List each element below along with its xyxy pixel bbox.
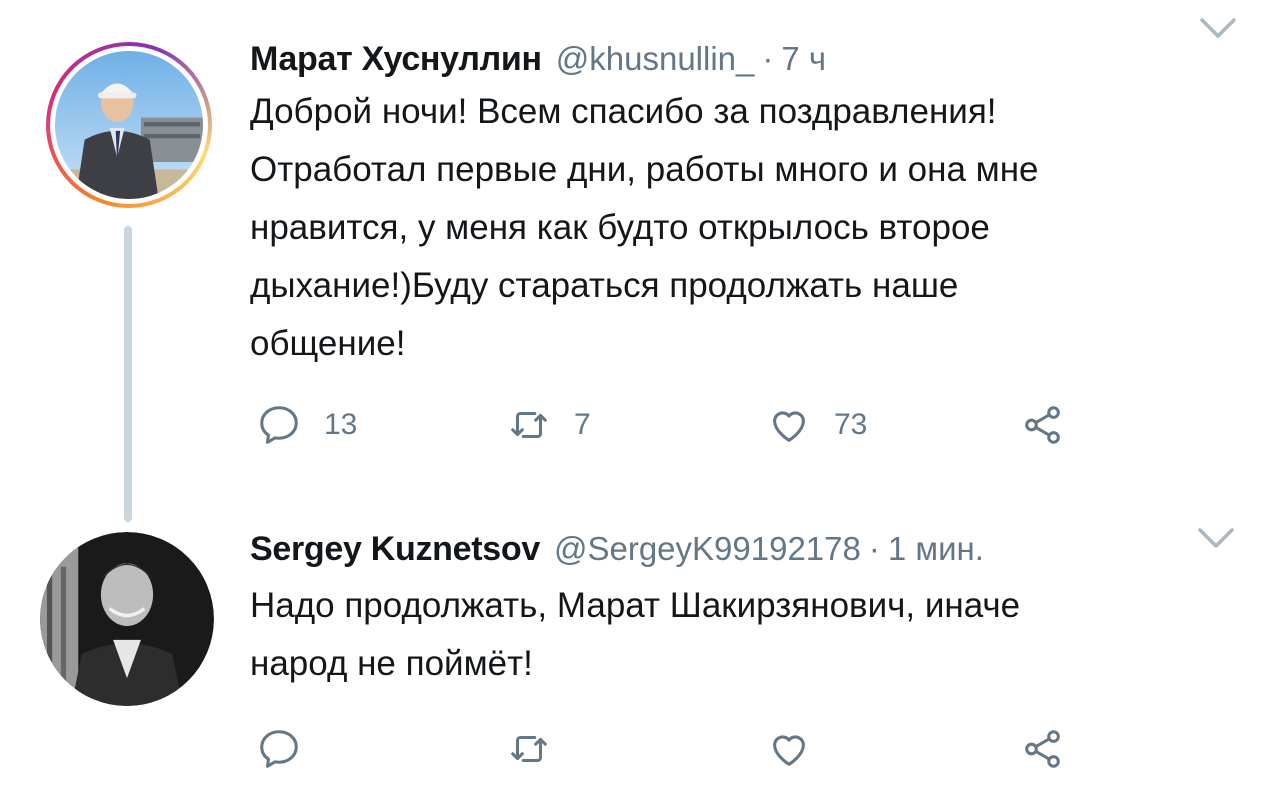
share-button[interactable] xyxy=(1020,726,1066,772)
avatar[interactable] xyxy=(40,532,214,706)
like-button[interactable] xyxy=(766,726,834,772)
like-button[interactable]: 73 xyxy=(766,402,867,448)
tweet-header: Марат Хуснуллин @khusnullin_ · 7 ч xyxy=(250,40,1240,79)
tweet-header: Sergey Kuznetsov @SergeyK99192178 · 1 ми… xyxy=(250,530,1240,569)
display-name[interactable]: Марат Хуснуллин xyxy=(250,40,542,79)
reply-button[interactable] xyxy=(256,726,324,772)
reply-icon xyxy=(260,730,298,768)
tweet-content: Марат Хуснуллин @khusnullin_ · 7 ч Добро… xyxy=(250,40,1240,444)
tweet-content: Sergey Kuznetsov @SergeyK99192178 · 1 ми… xyxy=(250,530,1240,768)
chevron-down-icon[interactable] xyxy=(1196,524,1236,552)
retweet-button[interactable]: 7 xyxy=(506,402,591,448)
display-name[interactable]: Sergey Kuznetsov xyxy=(250,530,540,569)
share-icon xyxy=(1025,406,1060,444)
tweet-time[interactable]: 7 ч xyxy=(781,40,826,78)
heart-icon xyxy=(773,735,805,766)
avatar-photo xyxy=(40,532,214,706)
user-handle[interactable]: @SergeyK99192178 xyxy=(554,530,861,568)
avatar-photo xyxy=(55,51,203,199)
reply-count: 13 xyxy=(324,408,358,441)
reply-button[interactable]: 13 xyxy=(256,402,357,448)
like-count: 73 xyxy=(834,408,868,441)
tweet[interactable]: Марат Хуснуллин @khusnullin_ · 7 ч Добро… xyxy=(0,0,1280,500)
reply-icon xyxy=(260,406,298,444)
heart-icon xyxy=(773,411,805,442)
tweet-text: Надо продолжать, Марат Шакирзянович, ина… xyxy=(250,586,1021,683)
retweet-icon xyxy=(511,735,547,763)
retweet-button[interactable] xyxy=(506,726,574,772)
tweet[interactable]: Sergey Kuznetsov @SergeyK99192178 · 1 ми… xyxy=(0,510,1280,800)
user-handle[interactable]: @khusnullin_ xyxy=(556,40,755,78)
separator-dot: · xyxy=(868,530,880,567)
tweet-text: Доброй ночи! Всем спасибо за поздравлени… xyxy=(250,92,1039,363)
chevron-down-icon[interactable] xyxy=(1198,14,1238,42)
separator-dot: · xyxy=(762,40,774,77)
share-icon xyxy=(1025,730,1060,768)
avatar[interactable] xyxy=(46,42,212,208)
retweet-icon xyxy=(511,411,547,439)
share-button[interactable] xyxy=(1020,402,1066,448)
retweet-count: 7 xyxy=(574,408,591,441)
tweet-time[interactable]: 1 мин. xyxy=(888,530,984,568)
